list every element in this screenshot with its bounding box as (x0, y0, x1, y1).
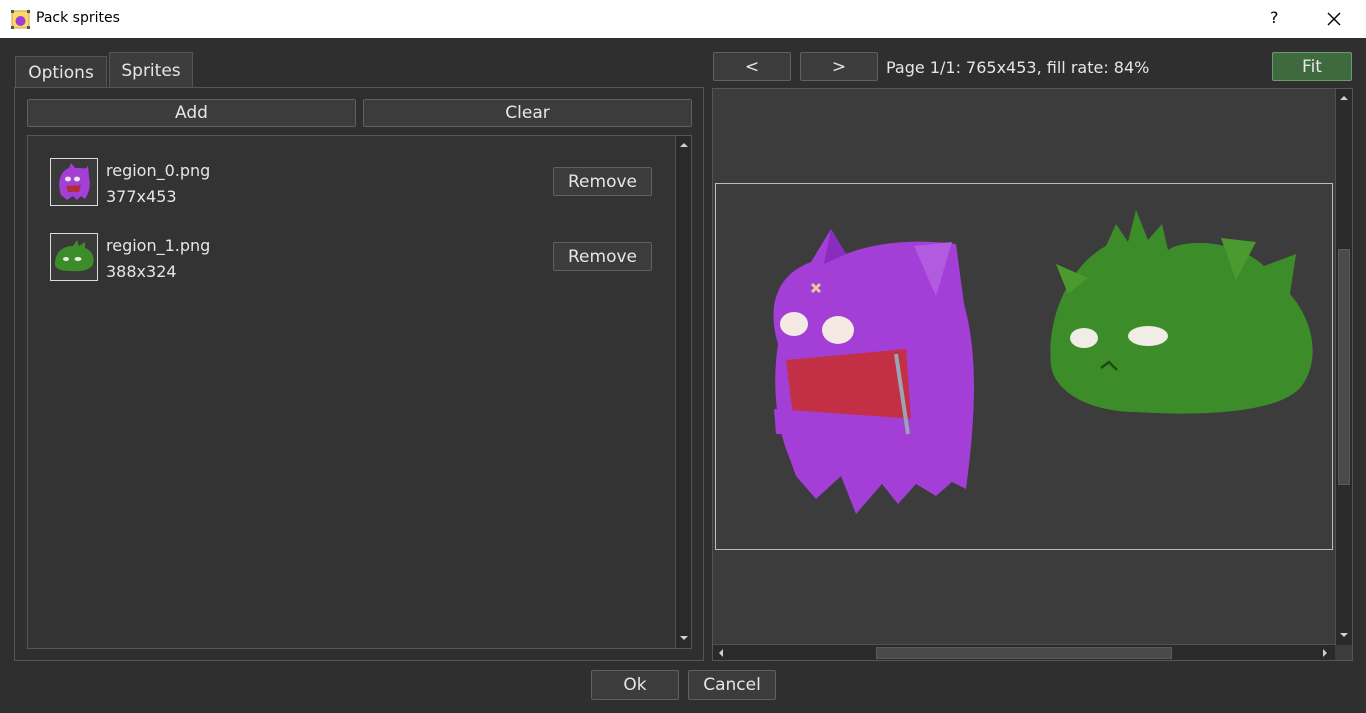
list-item: region_1.png 388x324 Remove (28, 231, 668, 301)
help-button[interactable]: ? (1270, 8, 1279, 27)
sprite-size: 377x453 (106, 187, 177, 206)
tab-sprites[interactable]: Sprites (109, 52, 193, 88)
purple-monster-sprite (773, 229, 974, 514)
scroll-up-icon[interactable] (678, 139, 690, 151)
green-monster-icon (55, 240, 94, 272)
close-icon[interactable] (1322, 7, 1346, 31)
sprite-thumbnail (50, 233, 98, 281)
tab-options[interactable]: Options (15, 56, 107, 88)
green-monster-sprite (1050, 210, 1313, 414)
cancel-button[interactable]: Cancel (688, 670, 776, 700)
scroll-left-icon[interactable] (715, 647, 727, 659)
add-button[interactable]: Add (27, 99, 356, 127)
purple-monster-icon (59, 163, 90, 200)
next-page-button[interactable]: > (800, 52, 878, 81)
sprite-size: 388x324 (106, 262, 177, 281)
sprite-thumbnail (50, 158, 98, 206)
remove-button[interactable]: Remove (553, 242, 652, 271)
scroll-thumb[interactable] (876, 647, 1172, 659)
fit-button[interactable]: Fit (1272, 52, 1352, 81)
app-icon (11, 10, 30, 29)
scroll-up-icon[interactable] (1338, 92, 1350, 104)
atlas-page (715, 183, 1333, 550)
scroll-thumb[interactable] (1338, 249, 1350, 485)
clear-button[interactable]: Clear (363, 99, 692, 127)
scroll-right-icon[interactable] (1319, 647, 1331, 659)
sprite-name: region_0.png (106, 161, 211, 180)
atlas-canvas (773, 210, 1313, 514)
sprite-list: region_0.png 377x453 Remove region_1.png… (27, 135, 692, 649)
preview-vertical-scrollbar[interactable] (1335, 89, 1352, 645)
preview-horizontal-scrollbar[interactable] (713, 644, 1335, 660)
scroll-down-icon[interactable] (678, 632, 690, 644)
sprite-name: region_1.png (106, 236, 211, 255)
scroll-down-icon[interactable] (1338, 629, 1350, 641)
sprite-list-scrollbar[interactable] (675, 136, 691, 648)
remove-button[interactable]: Remove (553, 167, 652, 196)
list-item: region_0.png 377x453 Remove (28, 156, 668, 226)
window-title: Pack sprites (36, 10, 120, 26)
title-bar: Pack sprites ? (0, 0, 1366, 38)
page-status: Page 1/1: 765x453, fill rate: 84% (886, 58, 1150, 77)
ok-button[interactable]: Ok (591, 670, 679, 700)
prev-page-button[interactable]: < (713, 52, 791, 81)
